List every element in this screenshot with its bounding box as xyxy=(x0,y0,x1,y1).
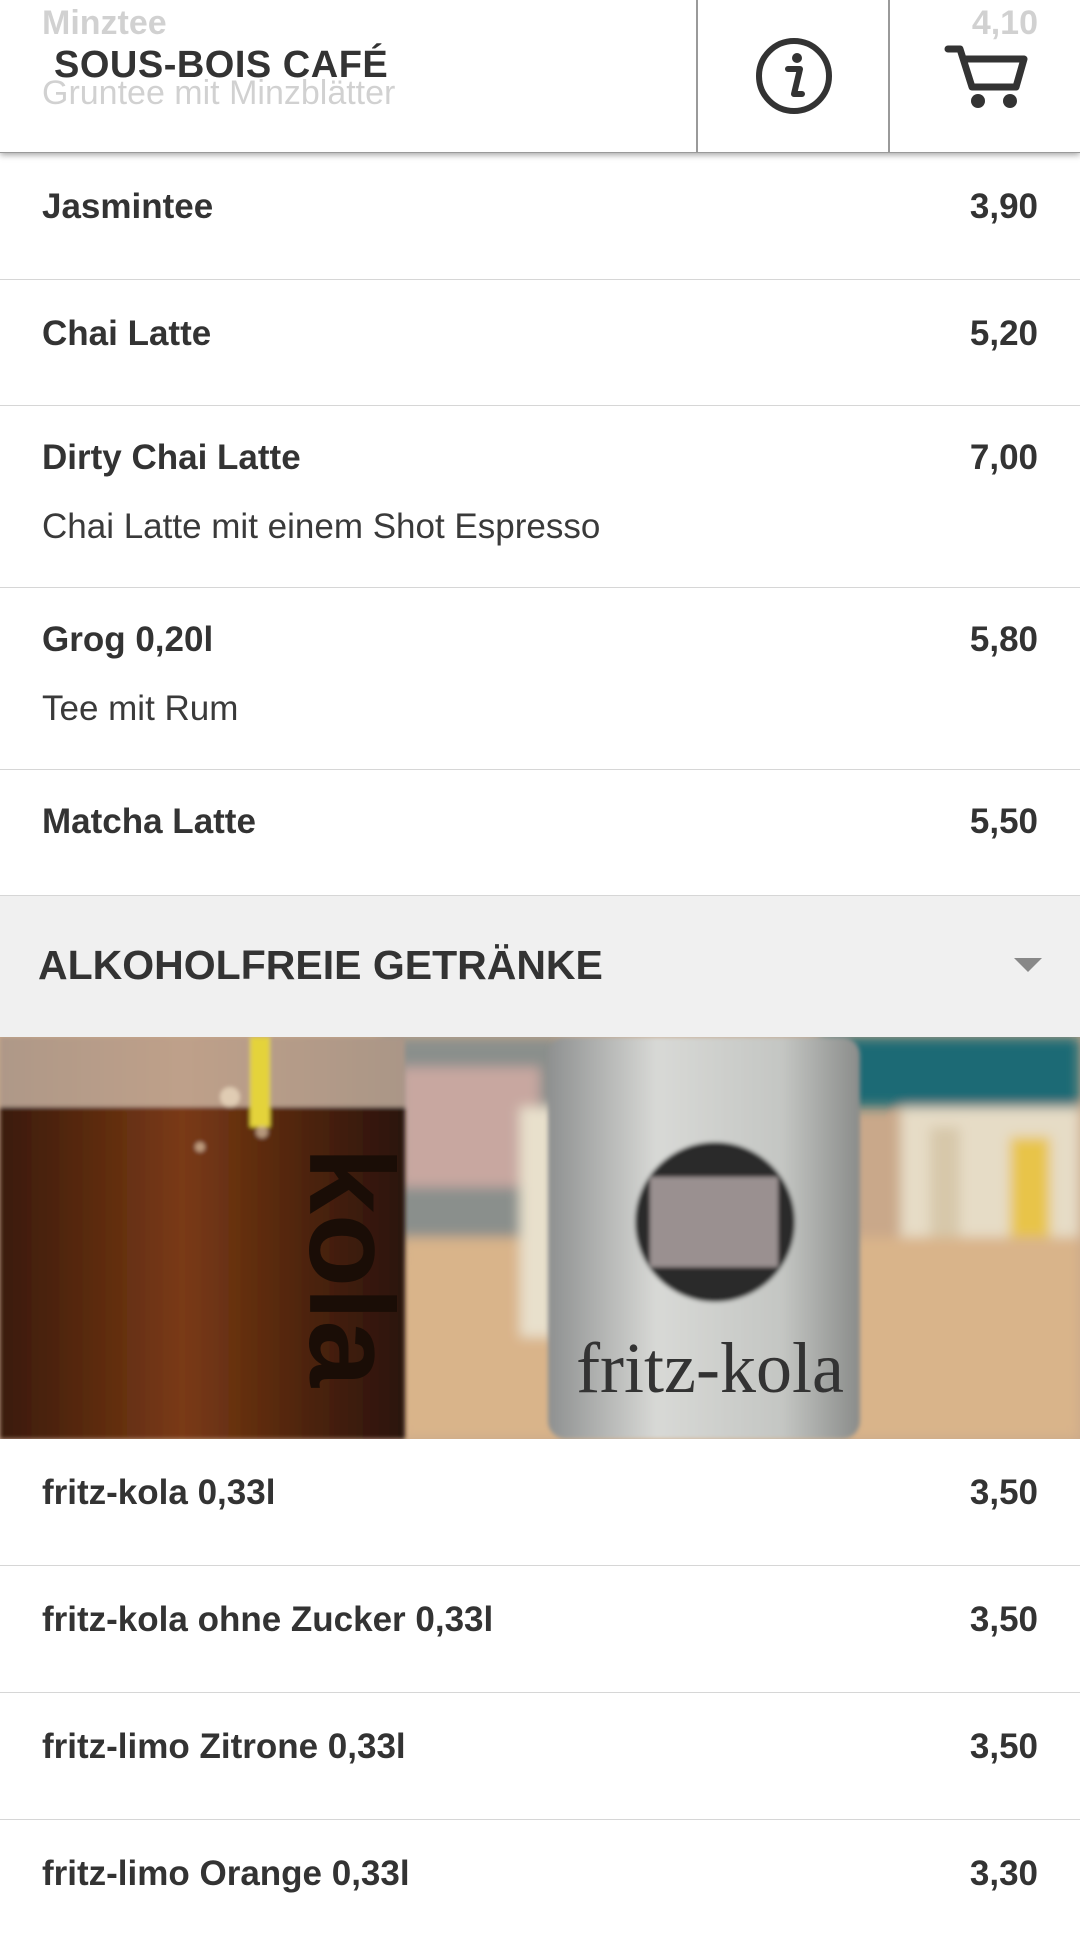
section-header-alkoholfreie-getraenke[interactable]: ALKOHOLFREIE GETRÄNKE xyxy=(0,895,1080,1038)
menu-item[interactable]: fritz-limo Orange 0,33l 3,30 xyxy=(0,1820,1080,1940)
item-price: 5,80 xyxy=(969,620,1038,659)
info-button[interactable] xyxy=(696,0,890,152)
menu-item[interactable]: fritz-kola 0,33l 3,50 xyxy=(0,1439,1080,1566)
item-description: Chai Latte mit einem Shot Espresso xyxy=(42,507,601,546)
soft-drinks-list: fritz-kola 0,33l 3,50 fritz-kola ohne Zu… xyxy=(0,1439,1080,1940)
section-photo: kola fritz-kola xyxy=(0,1037,1080,1439)
menu-item[interactable]: Chai Latte 5,20 xyxy=(0,280,1080,406)
info-icon xyxy=(756,38,832,114)
item-name: Chai Latte xyxy=(42,314,212,353)
menu-item[interactable]: fritz-limo Zitrone 0,33l 3,50 xyxy=(0,1693,1080,1820)
cart-button[interactable] xyxy=(888,0,1080,152)
item-name: Grog 0,20l xyxy=(42,620,214,659)
menu-item[interactable]: Jasmintee 3,90 xyxy=(0,153,1080,280)
bottle-label: fritz-kola xyxy=(576,1328,844,1408)
item-price: 5,20 xyxy=(969,314,1038,353)
glass-label: kola xyxy=(284,1147,418,1388)
section-title: ALKOHOLFREIE GETRÄNKE xyxy=(38,942,603,988)
item-name: fritz-kola 0,33l xyxy=(42,1473,276,1512)
item-description: Tee mit Rum xyxy=(42,689,239,728)
item-price: 3,50 xyxy=(969,1600,1038,1639)
ghost-item-name: Minztee xyxy=(42,4,167,42)
item-price: 3,90 xyxy=(969,187,1038,226)
item-name: Jasmintee xyxy=(42,187,214,226)
item-price: 3,50 xyxy=(969,1473,1038,1512)
menu-item[interactable]: Grog 0,20l 5,80 Tee mit Rum xyxy=(0,588,1080,770)
app-header: Minztee Gruntee mit Minzblätter 4,10 SOU… xyxy=(0,0,1080,153)
item-price: 3,50 xyxy=(969,1727,1038,1766)
item-price: 3,30 xyxy=(969,1854,1038,1893)
menu-item[interactable]: Dirty Chai Latte 7,00 Chai Latte mit ein… xyxy=(0,406,1080,588)
cafe-title: SOUS-BOIS CAFÉ xyxy=(54,44,389,86)
cart-icon xyxy=(944,45,1028,108)
menu-item[interactable]: Matcha Latte 5,50 xyxy=(0,770,1080,895)
kola-photo-illustration: kola fritz-kola xyxy=(0,1037,1080,1439)
caret-down-icon xyxy=(1014,958,1042,972)
tea-list: Jasmintee 3,90 Chai Latte 5,20 Dirty Cha… xyxy=(0,153,1080,895)
item-name: Matcha Latte xyxy=(42,802,256,841)
item-name: fritz-limo Zitrone 0,33l xyxy=(42,1727,406,1766)
item-price: 5,50 xyxy=(969,802,1038,841)
item-name: Dirty Chai Latte xyxy=(42,438,301,477)
item-name: fritz-limo Orange 0,33l xyxy=(42,1854,410,1893)
item-name: fritz-kola ohne Zucker 0,33l xyxy=(42,1600,494,1639)
menu-item[interactable]: fritz-kola ohne Zucker 0,33l 3,50 xyxy=(0,1566,1080,1693)
item-price: 7,00 xyxy=(969,438,1038,477)
